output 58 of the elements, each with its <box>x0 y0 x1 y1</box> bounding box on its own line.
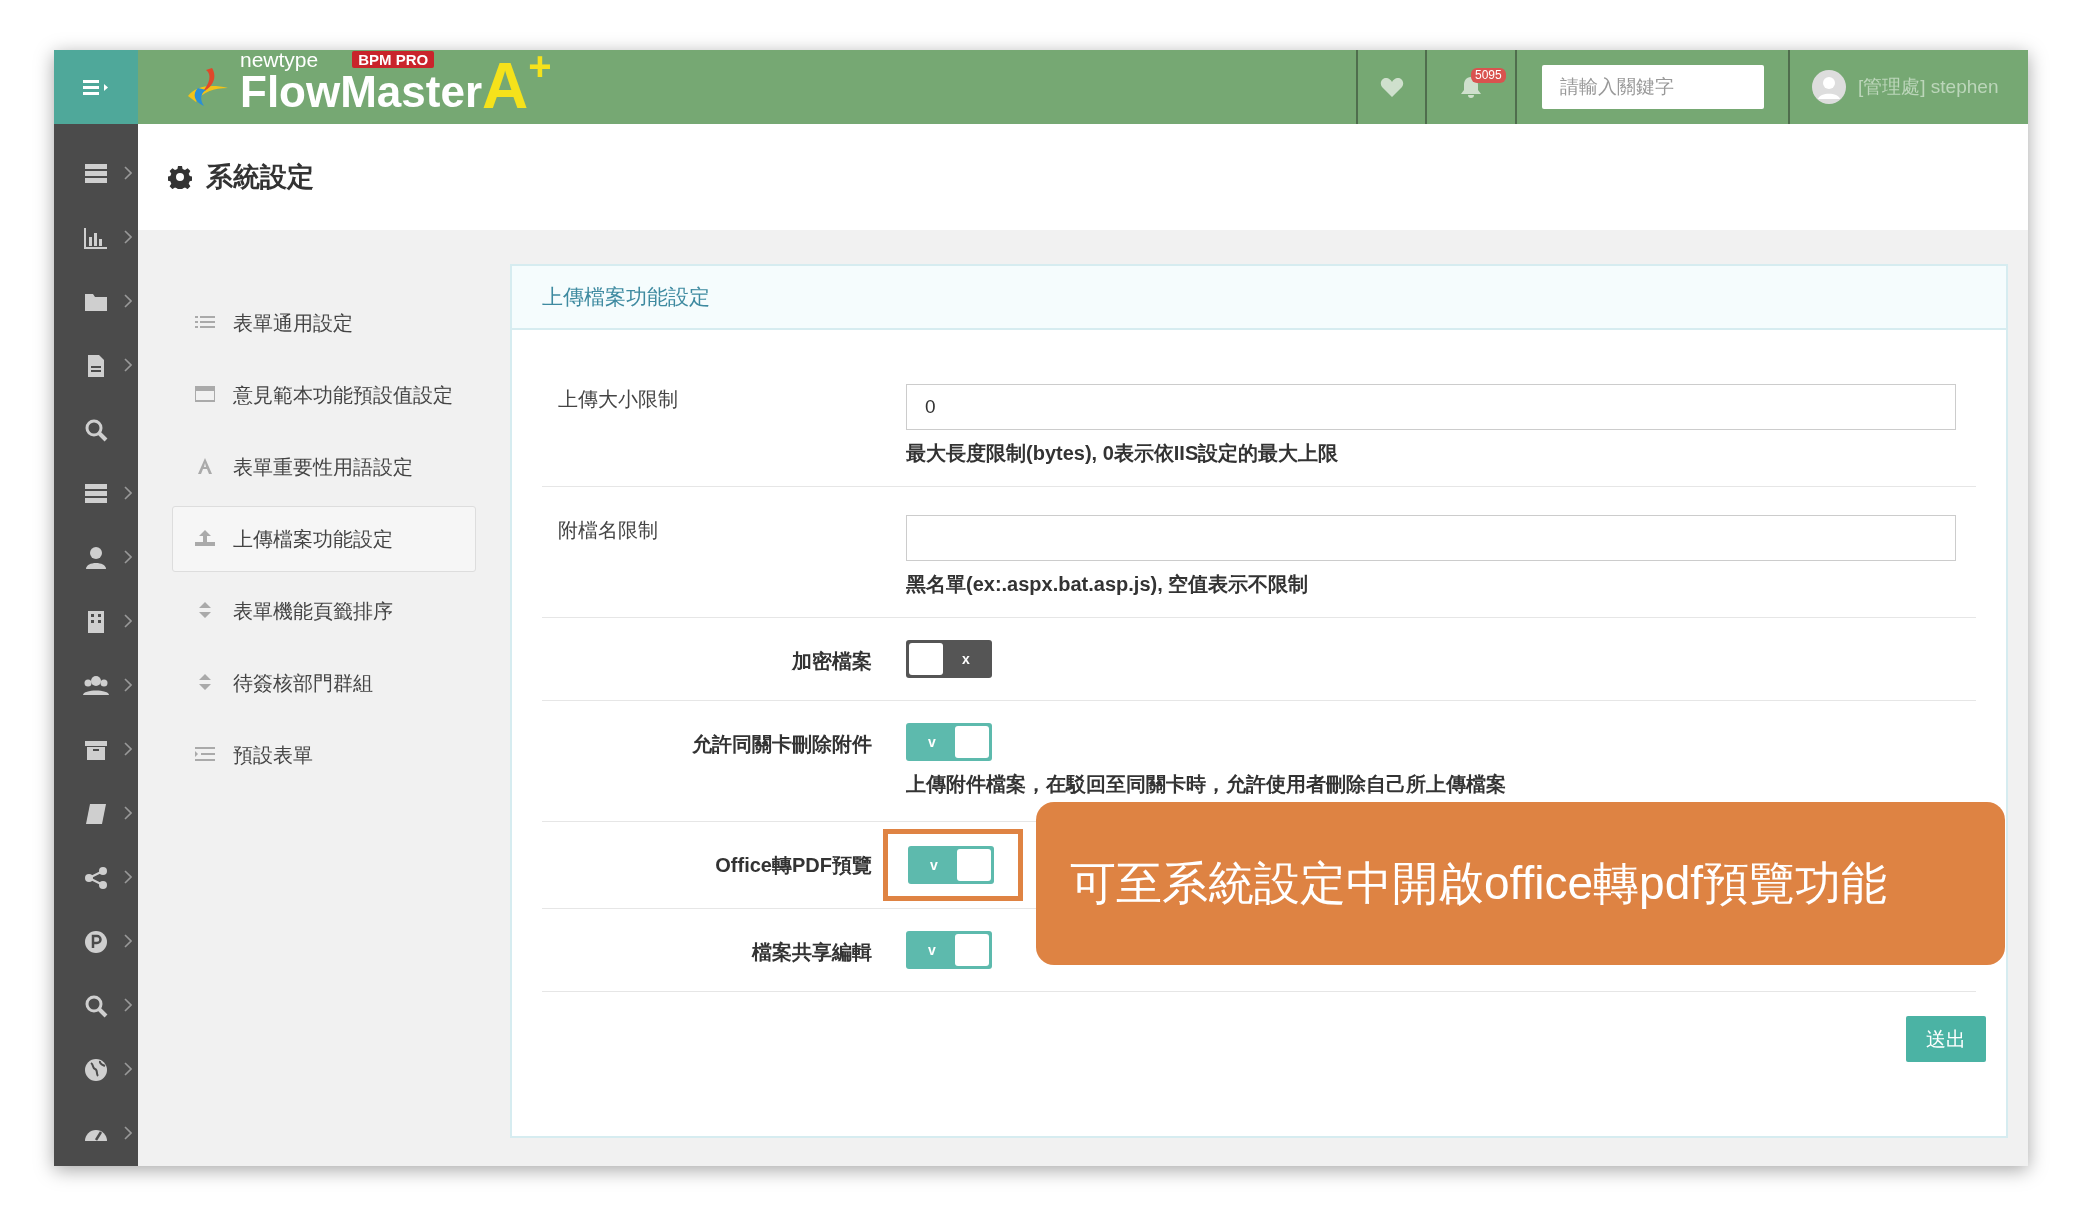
circle-p-icon <box>83 929 109 955</box>
chevron-icon <box>124 678 132 692</box>
chevron-icon <box>124 742 132 756</box>
chevron-icon <box>124 1126 132 1140</box>
page-title: 系統設定 <box>206 160 314 194</box>
notification-count: 5095 <box>1471 68 1506 83</box>
help-text: 上傳附件檔案，在駁回至同關卡時，允許使用者刪除自己所上傳檔案 <box>906 772 1507 797</box>
upload-icon <box>195 530 215 546</box>
settings-menu-item[interactable]: 意見範本功能預設值設定 <box>172 362 476 428</box>
menu-button[interactable] <box>54 50 138 124</box>
logo-suffix: A$^{+}$ <box>482 54 552 118</box>
chevron-icon <box>124 998 132 1012</box>
field-label: Office轉PDF預覽 <box>714 853 872 878</box>
letter-a-icon <box>195 458 215 474</box>
field-label: 檔案共享編輯 <box>750 940 872 965</box>
field-label: 加密檔案 <box>791 649 872 674</box>
search-icon <box>83 417 109 443</box>
logo-tagline: newtype <box>240 49 319 70</box>
bar-chart-icon <box>83 225 109 251</box>
settings-menu-item[interactable]: 待簽核部門群組 <box>172 650 476 716</box>
chevron-icon <box>124 358 132 372</box>
settings-menu-item[interactable]: 上傳檔案功能設定 <box>172 506 476 572</box>
logo-wordmark: FlowMaster <box>240 70 483 114</box>
menu-icon <box>83 78 109 96</box>
input-field[interactable] <box>906 515 1956 561</box>
chevron-icon <box>124 934 132 948</box>
field-label: 允許同關卡刪除附件 <box>691 732 872 757</box>
gear-icon <box>168 165 192 189</box>
help-text: 黑名單(ex:.aspx.bat.asp.js), 空值表示不限制 <box>906 572 1310 597</box>
chevron-icon <box>124 294 132 308</box>
help-text: 最大長度限制(bytes), 0表示依IIS設定的最大上限 <box>906 441 1340 466</box>
chevron-icon <box>124 166 132 180</box>
indent-list-icon <box>195 746 215 762</box>
chevron-icon <box>124 614 132 628</box>
settings-menu-item[interactable]: 表單機能頁籤排序 <box>172 578 476 644</box>
callout-note: 可至系統設定中開啟office轉pdf預覽功能 <box>1036 802 2005 965</box>
search-field[interactable]: 請輸入關鍵字 <box>1541 65 1764 109</box>
panel-header: 上傳檔案功能設定 <box>512 266 2006 330</box>
settings-menu-item[interactable]: 表單重要性用語設定 <box>172 434 476 500</box>
field-label: 附檔名限制 <box>557 518 659 543</box>
toggle-switch[interactable]: x <box>906 640 992 678</box>
share-icon <box>83 865 109 891</box>
input-field[interactable]: 0 <box>906 384 1956 430</box>
field-label: 上傳大小限制 <box>557 387 679 412</box>
settings-menu-item[interactable]: 表單通用設定 <box>172 290 476 356</box>
chevron-icon <box>124 550 132 564</box>
window-icon <box>195 386 215 402</box>
avatar-icon[interactable] <box>1812 70 1846 104</box>
list-icon <box>195 314 215 330</box>
chevron-icon <box>124 230 132 244</box>
chevron-icon <box>124 870 132 884</box>
search-icon <box>83 993 109 1019</box>
logo-badge: BPM PRO <box>352 51 435 68</box>
chevron-icon <box>124 806 132 820</box>
chevron-icon <box>124 486 132 500</box>
person-icon <box>83 545 109 571</box>
chevron-icon <box>124 1062 132 1076</box>
settings-menu-item[interactable]: 預設表單 <box>172 722 476 788</box>
